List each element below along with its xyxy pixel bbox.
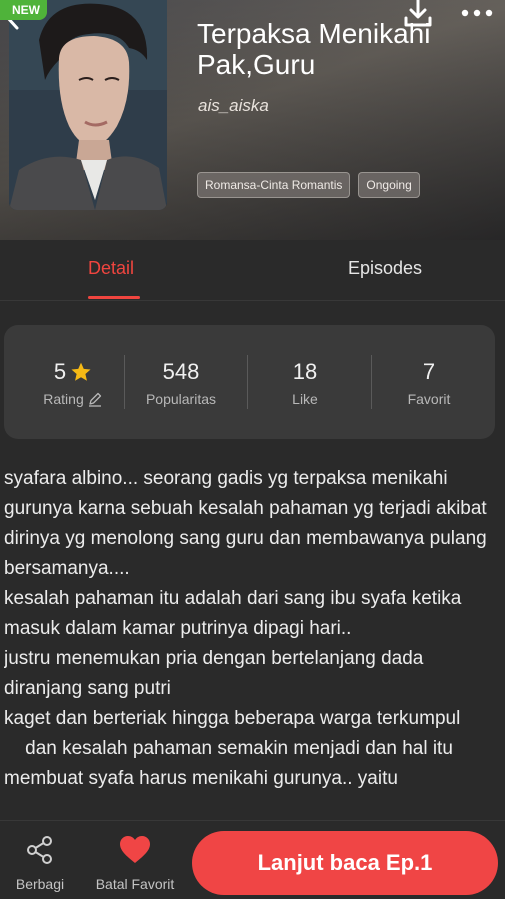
rating-value: 5 [53,359,67,384]
stats-card: 5 Rating 548 Popularitas 18 Like 7 Favor… [4,325,495,439]
star-icon [71,362,91,381]
download-icon[interactable] [402,0,434,28]
active-tab-indicator [88,296,140,299]
continue-reading-button[interactable]: Lanjut baca Ep.1 [192,831,498,895]
book-cover [9,0,167,210]
unfavorite-button[interactable]: Batal Favorit [88,835,182,892]
popularity-value: 548 [162,359,200,384]
favorite-label: Favorit [407,391,451,407]
stat-popularity: 548 Popularitas [126,359,236,407]
rating-label: Rating [43,391,84,407]
tag-list: Romansa-Cinta Romantis Ongoing [197,172,420,198]
more-dots-icon[interactable] [460,6,494,20]
heart-icon [120,836,150,863]
stat-divider [247,355,248,409]
stat-like: 18 Like [250,359,360,407]
stat-divider [371,355,372,409]
bottom-action-bar: Berbagi Batal Favorit Lanjut baca Ep.1 [0,820,505,899]
favorite-value: 7 [422,359,436,384]
stat-favorite: 7 Favorit [374,359,484,407]
share-button[interactable]: Berbagi [6,835,74,892]
book-author[interactable]: ais_aiska [198,96,269,116]
new-badge: NEW [0,0,47,20]
share-icon [27,836,52,864]
like-value: 18 [292,359,318,384]
tab-bar: Detail Episodes [0,240,505,301]
like-label: Like [292,391,318,407]
edit-pencil-icon[interactable] [87,391,103,407]
tab-detail[interactable]: Detail [88,258,134,279]
favorite-button-label: Batal Favorit [95,876,175,892]
stat-rating[interactable]: 5 Rating [18,359,128,407]
share-label: Berbagi [15,876,65,892]
genre-tag[interactable]: Romansa-Cinta Romantis [197,172,351,198]
status-tag: Ongoing [358,172,420,198]
synopsis-text: syafara albino... seorang gadis yg terpa… [4,468,487,789]
tab-episodes[interactable]: Episodes [348,258,422,279]
book-header: NEW Terpaksa Menikahi Pak,Guru ais_aiska… [0,0,505,240]
popularity-label: Popularitas [145,391,217,407]
stat-divider [124,355,125,409]
